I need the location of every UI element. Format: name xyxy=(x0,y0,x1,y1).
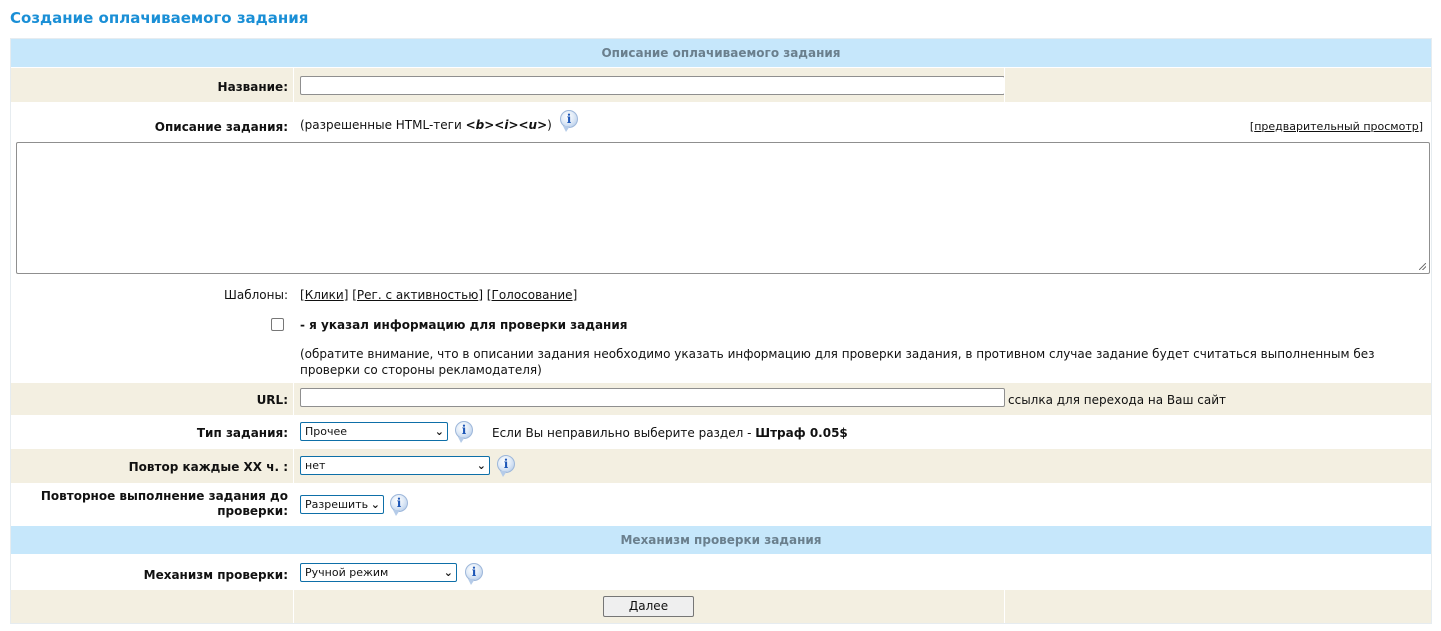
info-icon[interactable]: i xyxy=(455,421,473,443)
chevron-down-icon: ⌄ xyxy=(370,498,380,511)
row-templates: Шаблоны: [Клики] [Рег. с активностью] [Г… xyxy=(11,278,1431,308)
row-url: URL: ссылка для перехода на Ваш сайт xyxy=(11,383,1431,415)
row-mechanism: Механизм проверки: Ручной режим ⌄ i xyxy=(11,555,1431,590)
row-repeat: Повтор каждые XX ч. : нет ⌄ i xyxy=(11,449,1431,483)
template-clicks[interactable]: Клики xyxy=(305,288,344,302)
next-button[interactable]: Далее xyxy=(603,596,694,617)
allowed-tags-note: (разрешенные HTML-теги <b><i><u>) xyxy=(300,118,552,132)
info-icon[interactable]: i xyxy=(560,110,578,132)
allowed-tags: <b><i><u> xyxy=(465,118,548,132)
verify-checkbox[interactable] xyxy=(271,318,284,331)
task-type-select[interactable]: Прочее ⌄ xyxy=(300,422,448,441)
info-icon[interactable]: i xyxy=(497,455,515,477)
url-input[interactable] xyxy=(300,388,1005,407)
task-type-warning: Если Вы неправильно выберите раздел - Шт… xyxy=(492,426,848,440)
column-divider xyxy=(1004,68,1005,102)
column-divider xyxy=(293,68,294,102)
description-label: Описание задания: xyxy=(154,120,288,134)
chevron-down-icon: ⌄ xyxy=(476,459,486,472)
section-header-description: Описание оплачиваемого задания xyxy=(11,39,1431,67)
re-execution-select[interactable]: Разрешить ⌄ xyxy=(300,495,384,514)
row-verify: - я указал информацию для проверки задан… xyxy=(11,308,1431,383)
column-divider xyxy=(1004,590,1005,623)
url-hint: ссылка для перехода на Ваш сайт xyxy=(1008,393,1227,407)
task-type-value: Прочее xyxy=(305,425,348,438)
penalty-text: Штраф 0.05$ xyxy=(755,426,848,440)
page-title: Создание оплачиваемого задания xyxy=(10,9,309,27)
re-execution-label-line1: Повторное выполнение задания до xyxy=(40,489,288,503)
templates-label: Шаблоны: xyxy=(224,288,288,302)
template-registration[interactable]: Рег. с активностью xyxy=(357,288,478,302)
column-divider xyxy=(293,449,294,483)
name-label: Название: xyxy=(217,80,288,94)
verify-checkbox-label: - я указал информацию для проверки задан… xyxy=(300,318,628,332)
repeat-value: нет xyxy=(305,459,326,472)
info-icon[interactable]: i xyxy=(465,563,483,585)
column-divider xyxy=(293,590,294,623)
allowed-tags-prefix: (разрешенные HTML-теги xyxy=(300,118,462,132)
re-execution-value: Разрешить xyxy=(305,498,369,511)
task-type-label: Тип задания: xyxy=(196,426,288,440)
row-description: Описание задания: (разрешенные HTML-теги… xyxy=(11,102,1431,278)
template-voting[interactable]: Голосование xyxy=(492,288,573,302)
chevron-down-icon: ⌄ xyxy=(434,425,444,438)
preview-link-wrapper: [предварительный просмотр] xyxy=(1249,120,1423,133)
section-header-mechanism: Механизм проверки задания xyxy=(11,526,1431,554)
row-name: Название: xyxy=(11,68,1431,102)
info-icon[interactable]: i xyxy=(390,494,408,516)
verify-note: (обратите внимание, что в описании задан… xyxy=(300,347,1375,377)
chevron-down-icon: ⌄ xyxy=(443,566,453,579)
allowed-tags-suffix: ) xyxy=(547,118,552,132)
task-type-warning-text: Если Вы неправильно выберите раздел - xyxy=(492,426,752,440)
column-divider xyxy=(293,383,294,415)
templates-list: [Клики] [Рег. с активностью] [Голосовани… xyxy=(300,288,578,302)
repeat-label: Повтор каждые XX ч. : xyxy=(128,460,288,474)
task-form: Описание оплачиваемого задания Название:… xyxy=(10,38,1432,624)
row-re-execution: Повторное выполнение задания до проверки:… xyxy=(11,483,1431,526)
name-input[interactable] xyxy=(300,76,1005,95)
url-label: URL: xyxy=(256,393,288,407)
row-submit: Далее xyxy=(11,590,1431,623)
mechanism-value: Ручной режим xyxy=(305,566,389,579)
re-execution-label: Повторное выполнение задания до проверки: xyxy=(11,489,288,519)
resize-grip-icon[interactable] xyxy=(1419,263,1426,270)
re-execution-label-line2: проверки: xyxy=(217,504,288,518)
mechanism-label: Механизм проверки: xyxy=(143,568,288,582)
preview-link[interactable]: предварительный просмотр xyxy=(1254,120,1418,133)
row-task-type: Тип задания: Прочее ⌄ i Если Вы неправил… xyxy=(11,415,1431,449)
mechanism-select[interactable]: Ручной режим ⌄ xyxy=(300,563,457,582)
repeat-select[interactable]: нет ⌄ xyxy=(300,456,490,475)
description-textarea[interactable] xyxy=(16,142,1430,274)
